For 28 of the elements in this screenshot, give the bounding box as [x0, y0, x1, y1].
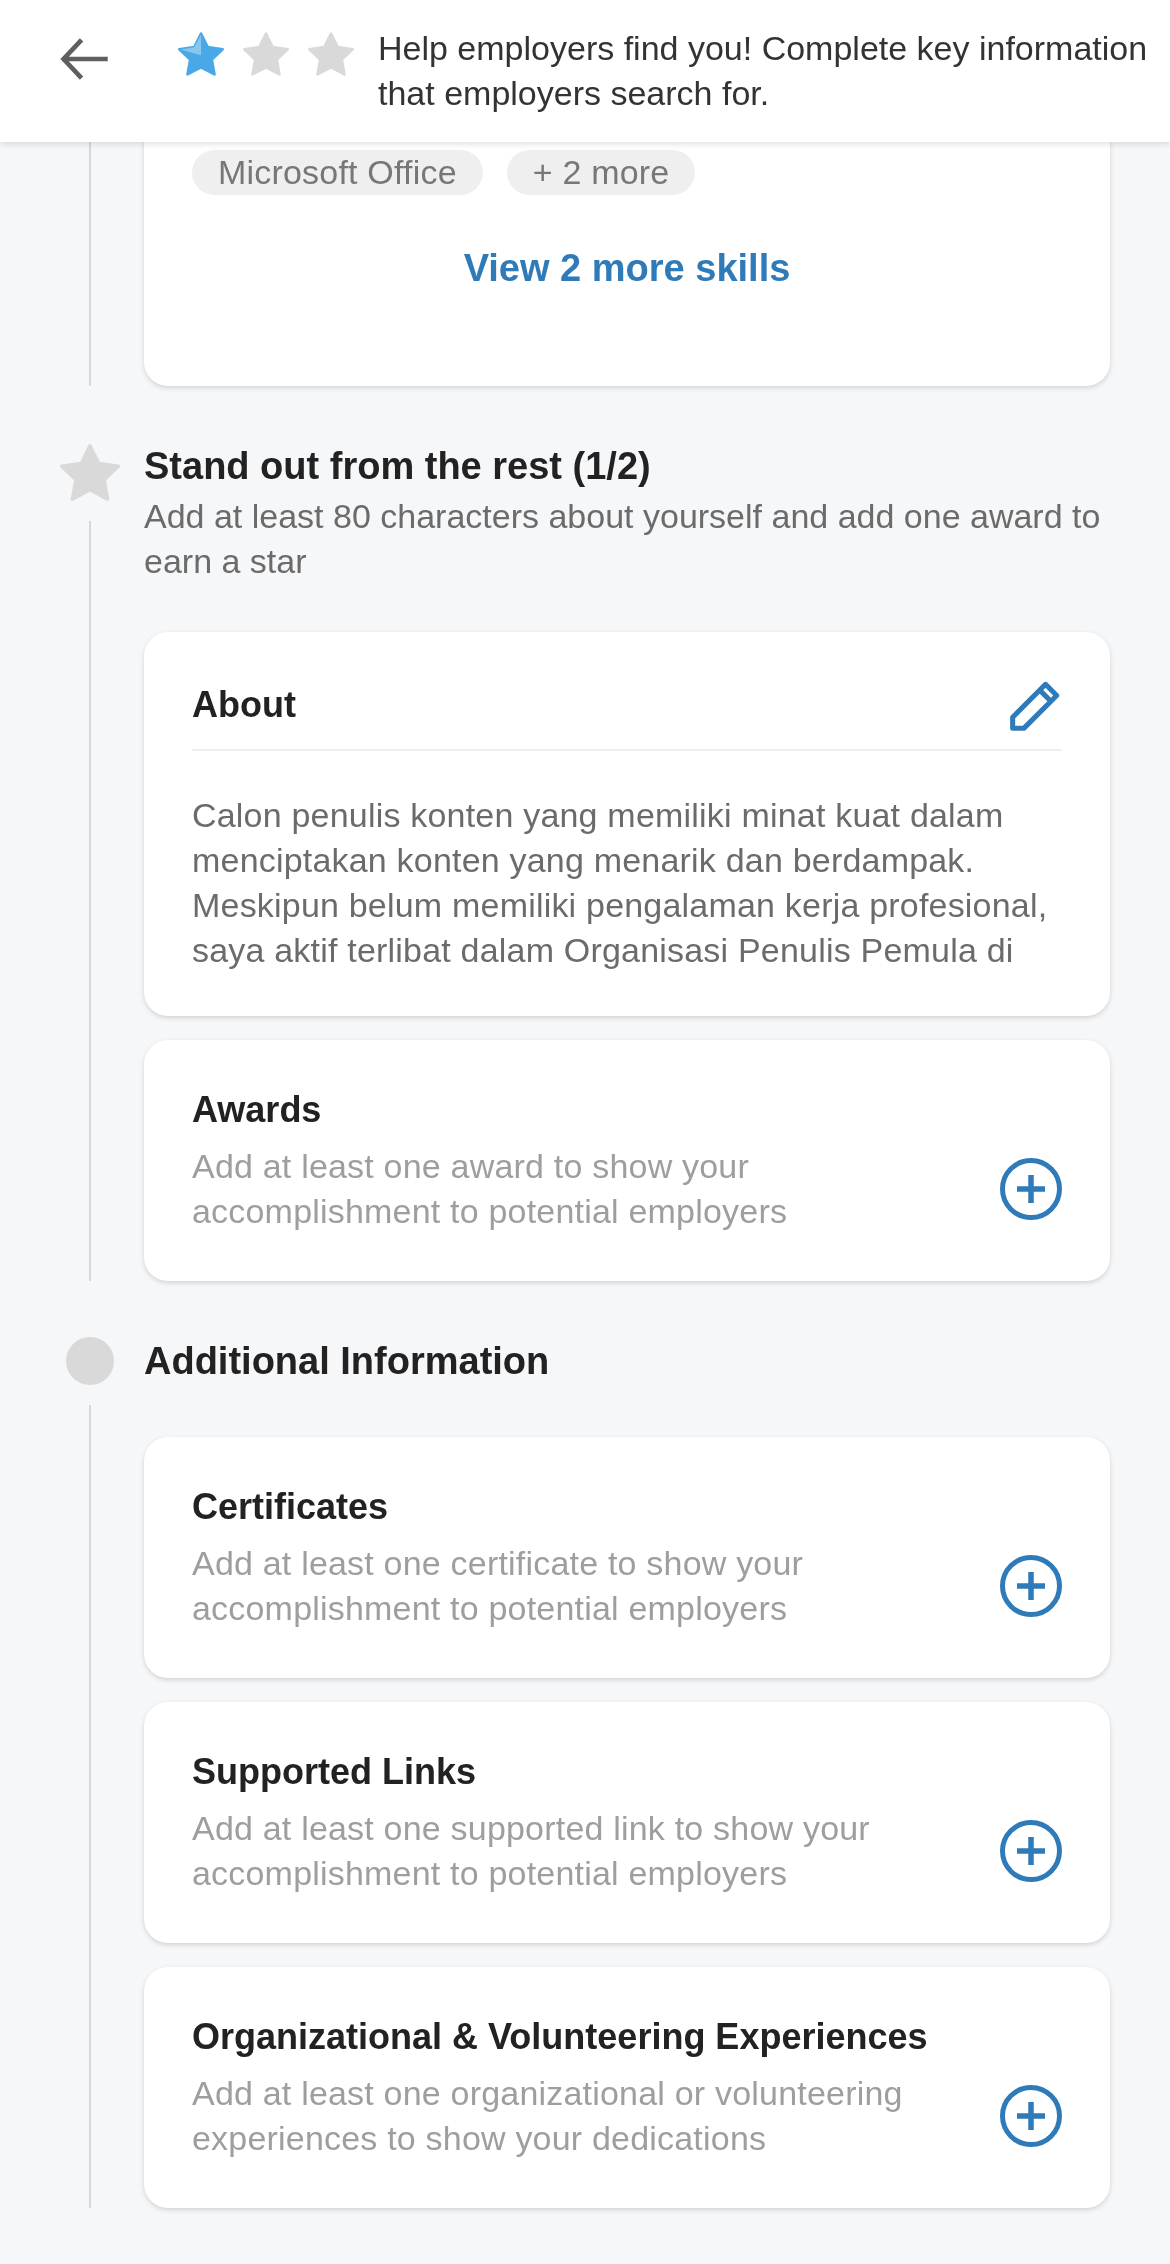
card-hint: Add at least one award to show your accomplishment to potential employers: [192, 1146, 789, 1232]
card-hint: Add at least one certificate to show your accomplishment to potential employers: [192, 1543, 805, 1629]
pencil-icon[interactable]: [1010, 679, 1062, 731]
add-icon[interactable]: [1000, 1158, 1062, 1220]
star-icon: [308, 32, 354, 76]
card-title: Certificates: [192, 1485, 390, 1529]
star-icon: [178, 32, 224, 76]
card-hint: Add at least one supported link to show your accomplishment to potential employers: [192, 1808, 871, 1894]
section-title: Stand out from the rest (1/2): [144, 444, 652, 488]
card-title: Awards: [192, 1088, 323, 1132]
dot-icon: [66, 1337, 114, 1385]
card-title: Supported Links: [192, 1750, 477, 1794]
star-icon: [60, 444, 120, 501]
add-icon[interactable]: [1000, 1555, 1062, 1617]
section-subtitle: Add at least 80 characters about yourself and add one award to earn a star: [144, 496, 1102, 582]
back-arrow-icon[interactable]: [60, 38, 108, 80]
skill-tag: + 2 more: [506, 150, 696, 195]
view-more-link[interactable]: View 2 more skills: [439, 225, 815, 311]
card-title: About: [192, 683, 296, 727]
add-icon[interactable]: [1000, 2085, 1062, 2147]
card-hint: Add at least one organizational or volunteering experiences to show your dedications: [192, 2073, 904, 2159]
header-message: Help employers find you! Complete key information that employers search for.: [378, 28, 1149, 114]
skill-tag: Microsoft Office: [192, 150, 483, 195]
section-title: Additional Information: [144, 1339, 551, 1383]
card-title: Organizational & Volunteering Experiences: [192, 2015, 929, 2059]
about-text: Calon penulis konten yang memiliki minat kuat dalam menciptakan konten yang menarik dan berdampak. Meskipun belum memiliki pengalaman kerja profesional, saya aktif terlibat dalam Organisasi Penulis Pemula di: [192, 795, 1049, 971]
star-icon: [243, 32, 289, 76]
add-icon[interactable]: [1000, 1820, 1062, 1882]
